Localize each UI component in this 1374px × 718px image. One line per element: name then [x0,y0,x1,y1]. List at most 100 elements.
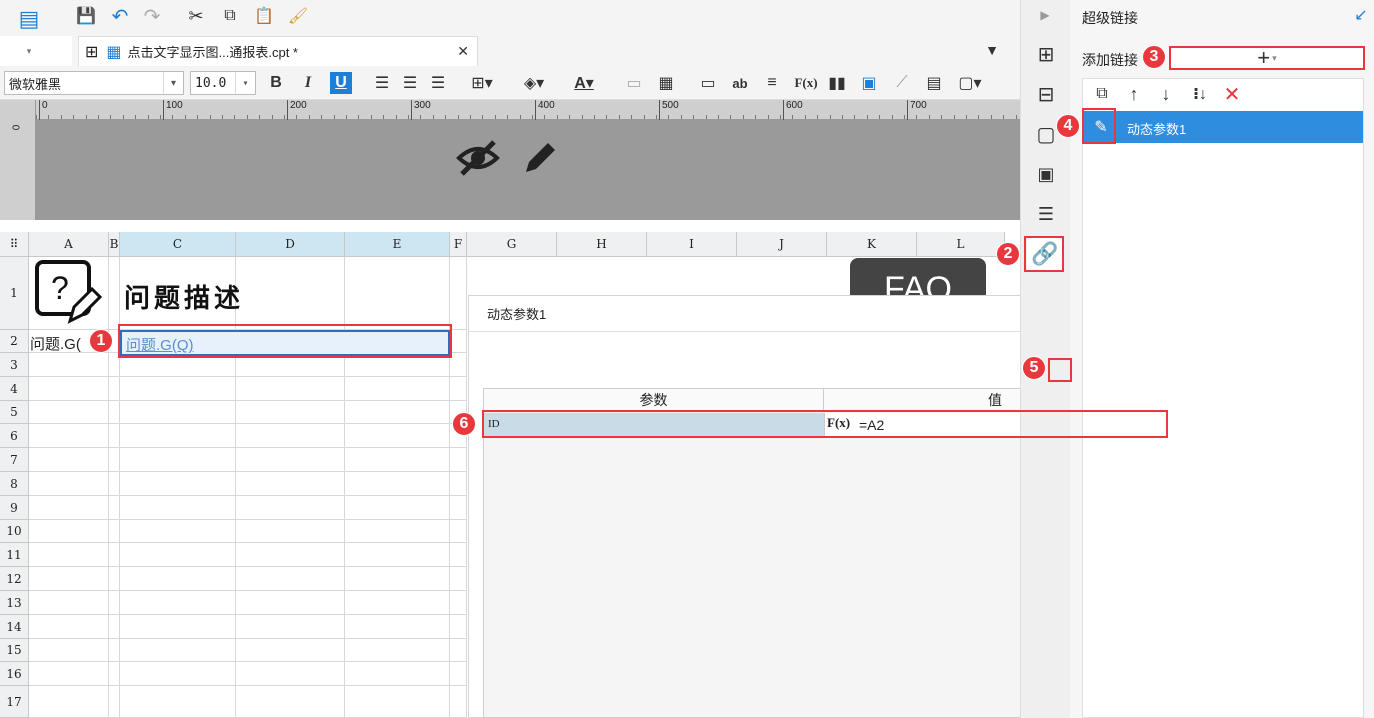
table-icon[interactable]: ▦ [656,73,676,93]
sheet-cell[interactable] [345,615,450,639]
sheet-cell[interactable] [109,424,120,448]
sheet-cell[interactable] [29,424,109,448]
sheet-cell[interactable] [236,448,345,472]
sheet-cell[interactable] [450,330,467,353]
sheet-cell[interactable] [450,257,467,330]
sheet-cell[interactable] [345,257,450,330]
corner-select[interactable]: ⠿ [0,232,29,257]
sheet-cell[interactable] [120,520,236,543]
sheet-cell[interactable] [450,567,467,591]
sheet-cell[interactable] [236,496,345,520]
sheet-cell[interactable] [236,662,345,686]
row-header[interactable]: 13 [0,591,29,615]
sheet-cell[interactable] [109,567,120,591]
row-header[interactable]: 5 [0,401,29,424]
sheet-cell[interactable] [345,567,450,591]
widget-icon[interactable]: ▣ [1033,162,1059,186]
sheet-cell[interactable] [345,520,450,543]
format-painter-icon[interactable]: 🖌 [286,4,310,28]
align-right-icon[interactable]: ☰ [428,73,448,93]
sheet-cell[interactable] [345,472,450,496]
sheet-cell[interactable] [345,639,450,662]
copy-icon[interactable]: ⧉ [218,4,242,28]
row-header[interactable]: 12 [0,567,29,591]
sheet-cell[interactable] [109,543,120,567]
row-header[interactable]: 2 [0,330,29,353]
sheet-cell[interactable] [109,496,120,520]
sheet-cell[interactable] [450,472,467,496]
row-header[interactable]: 14 [0,615,29,639]
row-header[interactable]: 8 [0,472,29,496]
sheet-cell[interactable] [236,639,345,662]
text-cell-icon[interactable]: ab [728,73,752,93]
row-header[interactable]: 15 [0,639,29,662]
sheet-cell[interactable] [109,615,120,639]
pin-icon[interactable]: ▼ [982,40,1002,60]
column-header[interactable]: G [467,232,557,257]
sheet-cell[interactable] [345,591,450,615]
sheet-cell[interactable] [29,353,109,377]
column-header[interactable]: A [29,232,109,257]
column-header[interactable]: E [345,232,450,257]
sheet-cell[interactable] [236,520,345,543]
sheet-cell[interactable] [450,520,467,543]
sheet-cell[interactable] [345,424,450,448]
link-item-selected[interactable]: ✎ 动态参数1 [1083,111,1363,143]
sheet-cell[interactable] [29,377,109,401]
delete-icon[interactable]: ✕ [1221,83,1243,106]
sheet-cell[interactable] [109,639,120,662]
row-header[interactable]: 4 [0,377,29,401]
sheet-cell[interactable] [29,401,109,424]
sheet-cell[interactable] [109,401,120,424]
sheet-cell[interactable] [29,520,109,543]
sheet-cell[interactable] [120,639,236,662]
copy-icon[interactable]: ⧉ [1091,83,1113,105]
sheet-cell[interactable] [120,448,236,472]
column-header[interactable]: H [557,232,647,257]
fill-color-icon[interactable]: ◈▾ [516,73,552,93]
sheet-cell[interactable] [345,377,450,401]
font-color-icon[interactable]: A▾ [564,71,604,95]
merge-cell-icon[interactable]: ▭ [624,73,644,93]
column-header[interactable]: F [450,232,467,257]
sheet-cell[interactable] [236,401,345,424]
expand-icon[interactable]: ↙ [1352,6,1370,24]
sheet-cell[interactable] [120,543,236,567]
row-header[interactable]: 16 [0,662,29,686]
cell-border-icon[interactable]: ▢▾ [954,73,986,93]
align-center-icon[interactable]: ☰ [400,73,420,93]
edit-pencil-icon[interactable] [518,136,562,180]
slash-icon[interactable]: ⟋ [892,73,912,93]
sheet-cell[interactable] [450,353,467,377]
sheet-cell[interactable] [109,591,120,615]
sheet-cell[interactable] [345,543,450,567]
column-header[interactable]: I [647,232,737,257]
italic-button[interactable]: I [298,73,318,93]
sheet-cell[interactable] [236,686,345,718]
paragraph-icon[interactable]: ≡ [762,73,782,93]
sheet-cell[interactable] [120,686,236,718]
underline-button[interactable]: U [330,72,352,94]
sheet-cell[interactable] [109,257,120,330]
sheet-cell[interactable] [109,377,120,401]
sheet-cell[interactable] [120,424,236,448]
sheet-cell[interactable] [450,615,467,639]
column-header[interactable]: B [109,232,120,257]
sheet-cell[interactable] [450,496,467,520]
sheet-cell[interactable] [236,377,345,401]
sheet-cell[interactable] [450,662,467,686]
paste-icon[interactable]: 📋 [252,4,276,28]
font-family-select[interactable]: 微软雅黑 ▾ [4,71,184,95]
sheet-cell[interactable] [236,591,345,615]
sheet-cell[interactable] [345,496,450,520]
cell-element-icon[interactable]: ⊟ [1033,82,1059,106]
formula-icon[interactable]: F(x) [792,73,820,93]
column-header[interactable]: C [120,232,236,257]
collapse-arrow-icon[interactable]: ▶ [1035,6,1055,24]
row-header[interactable]: 6 [0,424,29,448]
sheet-cell[interactable] [120,615,236,639]
sheet-cell[interactable] [345,448,450,472]
bold-button[interactable]: B [266,73,286,93]
sheet-cell[interactable] [29,496,109,520]
sheet-cell[interactable] [450,591,467,615]
